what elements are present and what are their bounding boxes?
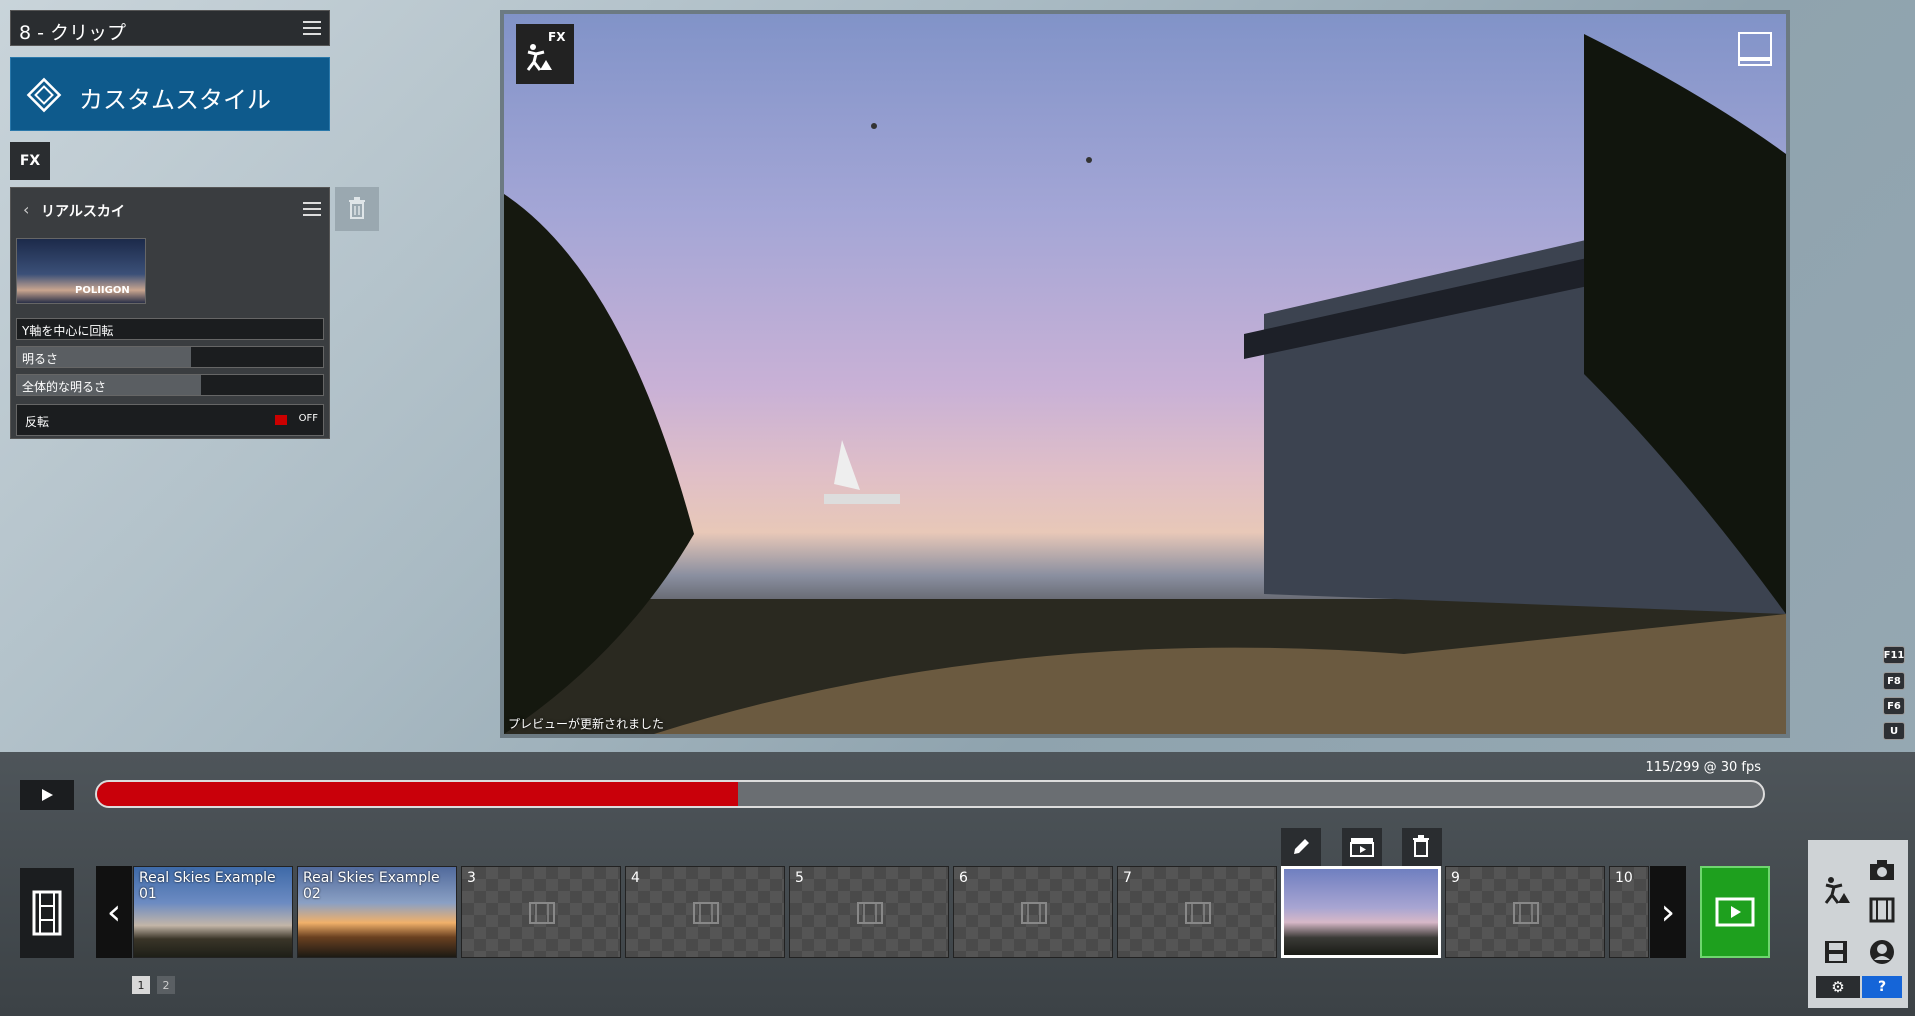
invert-toggle[interactable]: OFF <box>299 413 318 424</box>
clip-slot[interactable]: 10 <box>1609 866 1649 958</box>
fullscreen-toggle[interactable] <box>1738 32 1772 66</box>
help-button[interactable]: ? <box>1862 976 1902 998</box>
play-button[interactable] <box>20 780 74 810</box>
custom-style-label: カスタムスタイル <box>79 86 271 114</box>
mode-panel: ⚙ ? <box>1808 840 1908 1008</box>
clip-slot[interactable]: 4 <box>625 866 785 958</box>
edit-clip-button[interactable] <box>1281 828 1321 866</box>
clip-slot[interactable]: 5 <box>789 866 949 958</box>
fx-badge-label: FX <box>548 30 566 44</box>
save-button[interactable] <box>1816 932 1856 972</box>
delete-clip-button[interactable] <box>1402 828 1442 866</box>
custom-style-button[interactable]: カスタムスタイル <box>10 57 330 131</box>
slider-label: 明るさ <box>22 352 59 366</box>
clip-title: Real Skies Example 02 <box>303 870 440 902</box>
timeline-progress <box>97 782 739 806</box>
clip-slot[interactable]: 6 <box>953 866 1113 958</box>
film-icon <box>1513 902 1539 924</box>
delete-fx-button[interactable] <box>335 187 379 231</box>
clip-title: Real Skies Example 01 <box>139 870 276 902</box>
custom-style-icon <box>26 77 62 113</box>
portrait-icon <box>1870 940 1894 964</box>
clips-prev-button[interactable]: ‹ <box>96 866 132 958</box>
clapper-icon <box>1350 838 1374 857</box>
edit-mode-button[interactable] <box>1816 850 1856 930</box>
menu-icon[interactable] <box>303 21 321 35</box>
camera-icon <box>1870 860 1894 880</box>
page-1[interactable]: 1 <box>132 976 150 994</box>
fx-panel: ‹ リアルスカイ POLIIGON Y軸を中心に回転 明るさ 全体的な明るさ 反… <box>10 187 330 439</box>
fx-tab[interactable]: FX <box>10 142 50 180</box>
clip-slot[interactable]: Real Skies Example 02 <box>297 866 457 958</box>
invert-row: 反転 OFF <box>16 404 324 436</box>
toggle-indicator[interactable] <box>275 415 287 425</box>
portrait-button[interactable] <box>1862 932 1902 972</box>
clip-title: 8 - クリップ <box>19 22 127 44</box>
menu-icon[interactable] <box>303 202 321 216</box>
render-video-button[interactable] <box>1700 866 1770 958</box>
film-icon <box>1715 897 1755 927</box>
shortcut-key[interactable]: F8 <box>1883 672 1905 690</box>
save-icon <box>1825 941 1847 963</box>
clip-number: 4 <box>631 870 640 886</box>
frame-counter: 115/299 @ 30 fps <box>1645 760 1761 775</box>
clip-number: 5 <box>795 870 804 886</box>
trash-icon <box>349 197 365 219</box>
film-icon <box>857 902 883 924</box>
clip-header: 8 - クリップ <box>10 10 330 46</box>
clip-slot[interactable]: 9 <box>1445 866 1605 958</box>
clip-number: 10 <box>1615 870 1633 886</box>
film-icon <box>529 902 555 924</box>
pencil-icon <box>1294 839 1309 854</box>
sky-thumbnail[interactable]: POLIIGON <box>16 238 146 304</box>
thumbnail-brand: POLIIGON <box>75 285 130 296</box>
clip-number: 9 <box>1451 870 1460 886</box>
clip-number: 7 <box>1123 870 1132 886</box>
film-icon <box>1021 902 1047 924</box>
shortcut-key[interactable]: F11 <box>1883 646 1905 664</box>
render-preview[interactable]: FX プレビューが更新されました <box>500 10 1790 738</box>
slider-rotate-y[interactable]: Y軸を中心に回転 <box>16 318 324 340</box>
preview-clip-button[interactable] <box>1342 828 1382 866</box>
clips-library-button[interactable] <box>20 868 74 958</box>
construction-icon <box>526 44 552 71</box>
movie-mode-button[interactable] <box>1862 890 1902 930</box>
trash-icon <box>1413 835 1429 857</box>
construction-icon <box>1824 877 1850 904</box>
slider-brightness[interactable]: 明るさ <box>16 346 324 368</box>
preview-scene <box>504 34 1786 734</box>
clip-number: 6 <box>959 870 968 886</box>
film-icon <box>1185 902 1211 924</box>
page-2[interactable]: 2 <box>157 976 175 994</box>
fx-panel-title: リアルスカイ <box>41 204 125 220</box>
film-icon <box>1869 897 1895 923</box>
slider-overall-brightness[interactable]: 全体的な明るさ <box>16 374 324 396</box>
timeline-scrubber[interactable] <box>95 780 1765 808</box>
clip-slot[interactable] <box>1281 866 1441 958</box>
shortcut-key[interactable]: F6 <box>1883 697 1905 715</box>
clip-slot[interactable]: 3 <box>461 866 621 958</box>
snapshot-button[interactable] <box>1862 850 1902 890</box>
slider-label: 全体的な明るさ <box>22 380 107 394</box>
play-icon <box>42 789 53 801</box>
clips-next-button[interactable]: › <box>1650 866 1686 958</box>
clip-slot[interactable]: 7 <box>1117 866 1277 958</box>
clip-number: 3 <box>467 870 476 886</box>
clip-slot[interactable]: Real Skies Example 01 <box>133 866 293 958</box>
preview-status: プレビューが更新されました <box>508 717 665 731</box>
settings-button[interactable]: ⚙ <box>1816 976 1860 998</box>
invert-label: 反転 <box>25 415 50 429</box>
film-icon <box>693 902 719 924</box>
gear-icon: ⚙ <box>1831 978 1845 996</box>
slider-label: Y軸を中心に回転 <box>22 324 114 338</box>
back-chevron-icon[interactable]: ‹ <box>23 200 29 219</box>
shortcut-key[interactable]: U <box>1883 722 1905 740</box>
film-icon <box>32 890 62 936</box>
fx-badge[interactable]: FX <box>516 24 574 84</box>
